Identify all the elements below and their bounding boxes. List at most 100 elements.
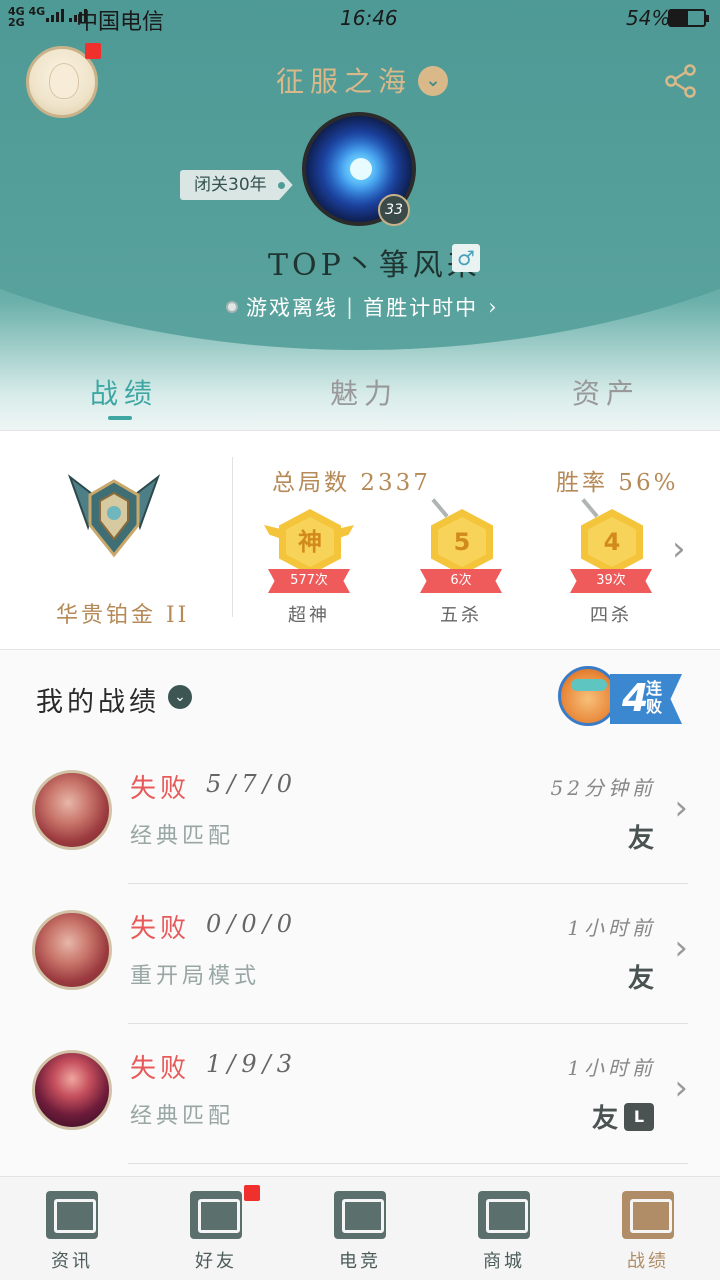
match-mode: 重开局模式 xyxy=(130,964,261,989)
medal-count: 39次 xyxy=(570,569,652,593)
active-tab-indicator xyxy=(108,416,132,420)
match-time-ago: 1小时前 xyxy=(567,916,656,940)
rank-name: 华贵铂金 II xyxy=(56,603,190,628)
match-badges: 友 xyxy=(628,818,654,855)
match-time-ago: 52分钟前 xyxy=(550,776,656,800)
match-row[interactable]: 失败 1/9/3 经典匹配 1小时前 友 L › xyxy=(0,1024,720,1164)
news-icon xyxy=(46,1191,98,1239)
chevron-right-icon: › xyxy=(674,788,688,828)
network-type-label: 4G 4G 2G xyxy=(8,5,46,29)
match-badges: 友 L xyxy=(592,1098,654,1135)
friend-badge: 友 xyxy=(591,1104,618,1134)
user-avatar[interactable] xyxy=(26,43,101,118)
match-time-ago: 1小时前 xyxy=(567,1056,656,1080)
gender-male-icon: ♂ xyxy=(452,244,480,272)
match-mode: 经典匹配 xyxy=(130,824,235,849)
nav-friends[interactable]: 好友 xyxy=(144,1177,288,1280)
esports-icon xyxy=(334,1191,386,1239)
sword-icon xyxy=(431,498,449,518)
win-rate: 胜率 56% xyxy=(556,470,679,496)
match-mode: 经典匹配 xyxy=(130,1104,235,1129)
level-badge: 33 xyxy=(378,194,410,226)
match-result: 失败 xyxy=(130,1054,191,1084)
teemo-avatar-icon xyxy=(558,666,618,726)
match-badges: 友 xyxy=(628,958,654,995)
status-bar: 4G 4G 2G 中国电信 16:46 54% xyxy=(0,0,720,36)
first-win-status: 首胜计时中 xyxy=(363,296,479,320)
total-games: 总局数 2337 xyxy=(272,470,431,496)
nav-label: 商城 xyxy=(483,1251,525,1272)
nav-label: 好友 xyxy=(195,1251,237,1272)
clock: 16:46 xyxy=(340,6,398,30)
friends-icon xyxy=(190,1191,242,1239)
match-row[interactable]: 失败 0/0/0 重开局模式 1小时前 友 › xyxy=(0,884,720,1024)
champion-avatar xyxy=(32,910,112,990)
server-name[interactable]: 征服之海 xyxy=(276,60,412,100)
nav-esports[interactable]: 电竞 xyxy=(288,1177,432,1280)
battery-percent: 54% xyxy=(626,6,671,30)
match-row[interactable]: 失败 5/7/0 经典匹配 52分钟前 友 › xyxy=(0,744,720,884)
streak-text: 连败 xyxy=(646,679,663,716)
avatar-image xyxy=(49,63,79,99)
medal-label: 五杀 xyxy=(440,605,482,626)
offline-status-icon xyxy=(226,301,238,313)
row-divider xyxy=(128,1163,688,1164)
match-result: 失败 xyxy=(130,774,191,804)
stats-panel[interactable]: 华贵铂金 II 总局数 2337 胜率 56% 神 577次 超神 5 6次 五… xyxy=(0,430,720,650)
title-tag[interactable]: 闭关30年 xyxy=(180,170,293,200)
nav-store[interactable]: 商城 xyxy=(432,1177,576,1280)
stats-divider xyxy=(232,457,233,617)
medal-count: 6次 xyxy=(420,569,502,593)
nav-label: 战绩 xyxy=(627,1251,669,1272)
battery-icon xyxy=(668,9,709,27)
friend-badge: 友 xyxy=(627,964,654,994)
medal-label: 四杀 xyxy=(590,605,632,626)
medal-label: 超神 xyxy=(288,605,330,626)
notification-dot xyxy=(85,43,101,59)
server-dropdown-icon[interactable]: ⌄ xyxy=(418,66,448,96)
streak-number: 4 xyxy=(622,676,649,720)
records-section: 我的战绩 ⌄ 4 连败 失败 5/7/0 经典匹配 52分钟前 友 › 失败 0… xyxy=(0,650,720,1176)
tab-records[interactable]: 战绩 xyxy=(90,372,158,412)
platinum-rank-crest-icon xyxy=(67,474,161,558)
chevron-right-icon[interactable]: › xyxy=(672,529,686,569)
rank-emblem-core xyxy=(350,158,372,180)
username: TOP丶箏风来 xyxy=(268,248,481,283)
quadra-kill-medal: 4 39次 四杀 xyxy=(566,498,656,626)
carrier-name: 中国电信 xyxy=(76,10,165,35)
goggle xyxy=(571,679,607,691)
records-title[interactable]: 我的战绩 xyxy=(36,680,160,719)
chevron-right-icon: › xyxy=(674,1068,688,1108)
record-icon xyxy=(622,1191,674,1239)
penta-kill-medal: 5 6次 五杀 xyxy=(416,498,506,626)
medal-count: 577次 xyxy=(268,569,350,593)
tab-charm[interactable]: 魅力 xyxy=(330,372,398,412)
losing-streak-badge: 4 连败 xyxy=(558,666,682,728)
online-status: 游戏离线 xyxy=(246,296,338,320)
chevron-right-icon: › xyxy=(674,928,688,968)
match-kda: 1/9/3 xyxy=(206,1050,298,1078)
lose-streak-icon: L xyxy=(624,1102,654,1131)
nav-label: 资讯 xyxy=(51,1251,93,1272)
nav-news[interactable]: 资讯 xyxy=(0,1177,144,1280)
champion-avatar xyxy=(32,770,112,850)
chevron-down-icon[interactable]: ⌄ xyxy=(168,685,192,709)
status-separator: | xyxy=(346,295,356,319)
nav-records[interactable]: 战绩 xyxy=(576,1177,720,1280)
tab-assets[interactable]: 资产 xyxy=(572,372,640,412)
bottom-nav: 资讯 好友 电竞 商城 战绩 xyxy=(0,1176,720,1280)
friend-badge: 友 xyxy=(627,824,654,854)
notification-dot xyxy=(244,1185,260,1201)
champion-avatar xyxy=(32,1050,112,1130)
streak-flag: 4 连败 xyxy=(610,674,682,724)
match-kda: 0/0/0 xyxy=(206,910,298,938)
profile-header: 4G 4G 2G 中国电信 16:46 54% 征服之海 ⌄ 闭关30年 33 T… xyxy=(0,0,720,430)
nav-label: 电竞 xyxy=(339,1251,381,1272)
store-icon xyxy=(478,1191,530,1239)
sword-icon xyxy=(581,498,599,518)
profile-tabs: 战绩 魅力 资产 xyxy=(0,360,720,430)
match-result: 失败 xyxy=(130,914,191,944)
chevron-right-icon: › xyxy=(488,295,499,319)
online-status-line[interactable]: 游戏离线 | 首胜计时中 › xyxy=(226,292,498,322)
share-icon[interactable] xyxy=(664,64,698,98)
